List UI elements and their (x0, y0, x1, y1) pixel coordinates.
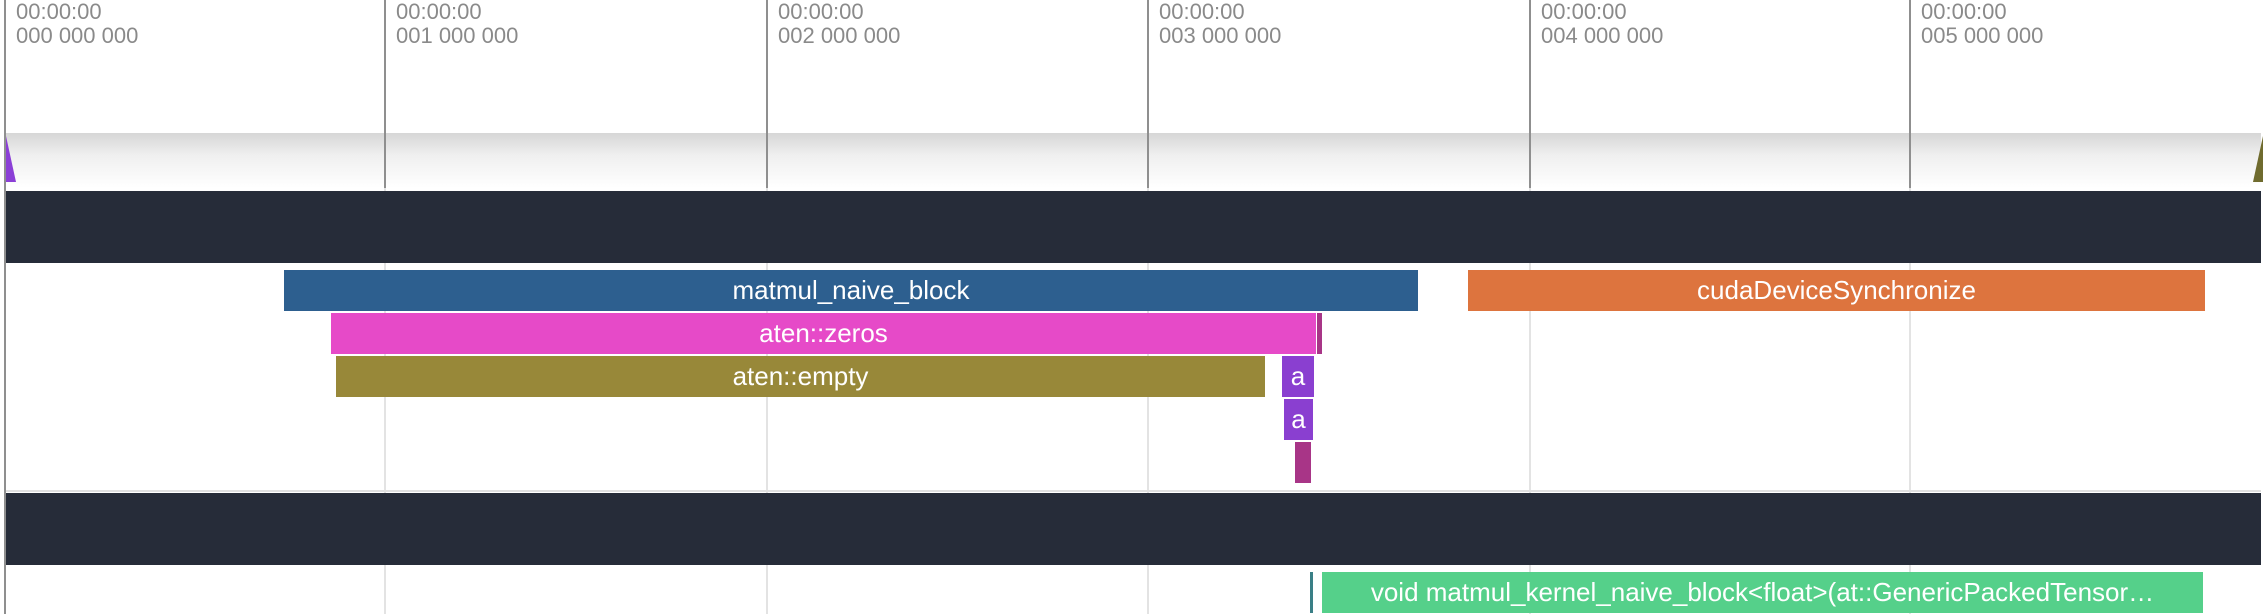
time-ruler-label: 00:00:00 000 000 000 (16, 0, 138, 48)
slice-aten-zeros[interactable]: aten::zeros (331, 313, 1316, 354)
major-tick (766, 0, 768, 188)
trace-timeline-viewer: 00:00:00 000 000 000 00:00:00 001 000 00… (0, 0, 2268, 614)
time-ruler-label: 00:00:00 003 000 000 (1159, 0, 1281, 48)
slice-matmul-kernel-naive-block[interactable]: void matmul_kernel_naive_block<float>(at… (1322, 572, 2203, 613)
tick-ns: 000 000 000 (16, 23, 139, 48)
tick-ns: 005 000 000 (1921, 23, 2044, 48)
cpu-track-header[interactable] (6, 191, 2261, 263)
gpu-track-header[interactable] (6, 493, 2261, 565)
major-tick (1909, 0, 1911, 188)
tick-time: 00:00:00 (16, 0, 102, 24)
timeline-overview-band[interactable] (6, 133, 2261, 188)
tick-ns: 003 000 000 (1159, 23, 1282, 48)
tick-time: 00:00:00 (778, 0, 864, 24)
major-tick (1147, 0, 1149, 188)
slice-tiny[interactable] (1295, 442, 1311, 483)
major-tick (1529, 0, 1531, 188)
slice-a[interactable]: a (1282, 356, 1314, 397)
time-ruler-label: 00:00:00 004 000 000 (1541, 0, 1663, 48)
slice-tiny[interactable] (1317, 313, 1322, 354)
tick-ns: 004 000 000 (1541, 23, 1664, 48)
range-start-marker-icon[interactable] (6, 136, 16, 182)
slice-tiny[interactable] (1310, 572, 1313, 613)
tick-time: 00:00:00 (1159, 0, 1245, 24)
slice-a[interactable]: a (1284, 399, 1313, 440)
tick-time: 00:00:00 (1541, 0, 1627, 24)
time-ruler-label: 00:00:00 002 000 000 (778, 0, 900, 48)
slice-aten-empty[interactable]: aten::empty (336, 356, 1265, 397)
range-end-marker-icon[interactable] (2253, 136, 2263, 182)
major-tick (384, 0, 386, 188)
time-ruler-label: 00:00:00 001 000 000 (396, 0, 518, 48)
tick-ns: 001 000 000 (396, 23, 519, 48)
slice-matmul-naive-block[interactable]: matmul_naive_block (284, 270, 1418, 311)
slice-cuda-device-synchronize[interactable]: cudaDeviceSynchronize (1468, 270, 2205, 311)
tick-time: 00:00:00 (1921, 0, 2007, 24)
tick-time: 00:00:00 (396, 0, 482, 24)
track-separator (6, 490, 2261, 492)
tick-ns: 002 000 000 (778, 23, 901, 48)
time-ruler-label: 00:00:00 005 000 000 (1921, 0, 2043, 48)
